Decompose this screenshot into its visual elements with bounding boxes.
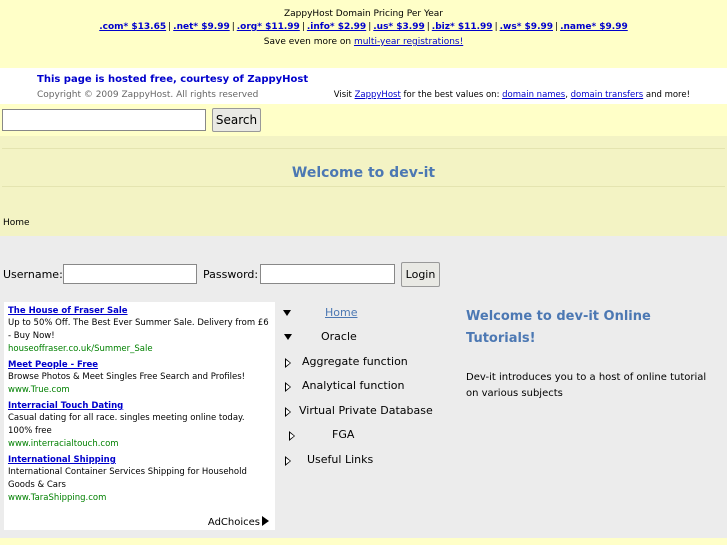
ad-description: International Container Services Shippin… bbox=[8, 467, 247, 490]
search-input[interactable] bbox=[2, 109, 206, 131]
expand-right-icon bbox=[285, 382, 291, 392]
nav-item-useful-links[interactable]: Useful Links bbox=[280, 451, 450, 471]
expand-down-icon bbox=[283, 310, 291, 316]
price-separator: | bbox=[494, 22, 498, 32]
ad-description: Casual dating for all race. singles meet… bbox=[8, 413, 245, 436]
save-more-line: Save even more on multi-year registratio… bbox=[0, 37, 727, 47]
header-divider bbox=[2, 148, 725, 149]
price-list: .com* $13.65 | .net* $9.99 | .org* $11.99 | .i… bbox=[0, 22, 727, 32]
visit-suffix: and more! bbox=[643, 90, 690, 100]
hosting-strip: This page is hosted free, courtesy of Za… bbox=[0, 68, 727, 104]
content-title: Welcome to dev-it Online Tutorials! bbox=[466, 309, 651, 346]
header-divider bbox=[2, 186, 725, 187]
search-button[interactable]: Search bbox=[212, 108, 261, 132]
footer-strip bbox=[0, 538, 727, 545]
nav-item-label: Analytical function bbox=[302, 379, 405, 392]
price-separator: | bbox=[231, 22, 235, 32]
ad-url[interactable]: houseoffraser.co.uk/Summer_Sale bbox=[8, 343, 271, 355]
price-link-biz[interactable]: .biz* $11.99 bbox=[432, 22, 493, 32]
content-text: Dev-it introduces you to a host of onlin… bbox=[466, 372, 707, 399]
price-link-us[interactable]: .us* $3.99 bbox=[373, 22, 425, 32]
login-form: Username: Password: Login bbox=[0, 236, 727, 302]
visit-middle: for the best values on: bbox=[400, 90, 503, 100]
nav-item-analytical-function[interactable]: Analytical function bbox=[280, 377, 450, 397]
breadcrumb[interactable]: Home bbox=[3, 218, 30, 228]
ad-title[interactable]: International Shipping bbox=[8, 454, 271, 466]
nav-item-label: Aggregate function bbox=[302, 355, 408, 368]
password-label: Password: bbox=[203, 268, 259, 281]
nav-item-fga[interactable]: FGA bbox=[280, 426, 450, 446]
zappyhost-link[interactable]: ZappyHost bbox=[355, 90, 401, 100]
price-link-name[interactable]: .name* $9.99 bbox=[560, 22, 628, 32]
hosted-free-notice[interactable]: This page is hosted free, courtesy of Za… bbox=[37, 74, 308, 85]
expand-down-icon bbox=[284, 334, 292, 340]
ad-url[interactable]: www.interracialtouch.com bbox=[8, 438, 271, 450]
nav-item-home[interactable]: Home bbox=[280, 304, 450, 324]
site-title: Welcome to dev-it bbox=[291, 165, 436, 181]
username-label: Username: bbox=[3, 268, 63, 281]
save-prefix: Save even more on bbox=[263, 37, 354, 47]
ad-url[interactable]: www.True.com bbox=[8, 384, 271, 396]
ad-title[interactable]: Meet People - Free bbox=[8, 359, 271, 371]
nav-item-label: Useful Links bbox=[307, 453, 374, 466]
login-button[interactable]: Login bbox=[401, 262, 440, 287]
nav-item-label: Oracle bbox=[321, 330, 357, 343]
ad-title[interactable]: The House of Fraser Sale bbox=[8, 305, 271, 317]
ad-url[interactable]: www.TaraShipping.com bbox=[8, 492, 271, 504]
nav-item-label: Virtual Private Database bbox=[299, 404, 433, 417]
domain-pricing-banner: ZappyHost Domain Pricing Per Year .com* … bbox=[0, 0, 727, 68]
multi-year-link[interactable]: multi-year registrations! bbox=[354, 37, 463, 47]
adchoices-link[interactable]: AdChoices bbox=[208, 516, 269, 528]
visit-prefix: Visit bbox=[333, 90, 355, 100]
expand-right-icon bbox=[285, 358, 291, 368]
price-separator: | bbox=[426, 22, 430, 32]
nav-item-oracle[interactable]: Oracle bbox=[280, 328, 450, 348]
visit-zappyhost-line: Visit ZappyHost for the best values on: … bbox=[334, 90, 690, 100]
copyright-text: Copyright © 2009 ZappyHost. All rights r… bbox=[37, 90, 259, 100]
nav-item-aggregate-function[interactable]: Aggregate function bbox=[280, 353, 450, 373]
price-link-com[interactable]: .com* $13.65 bbox=[99, 22, 166, 32]
price-link-info[interactable]: .info* $2.99 bbox=[307, 22, 366, 32]
price-link-net[interactable]: .net* $9.99 bbox=[173, 22, 230, 32]
nav-item-label[interactable]: Home bbox=[325, 306, 357, 319]
adchoices-icon bbox=[262, 516, 269, 526]
ad-title[interactable]: Interracial Touch Dating bbox=[8, 400, 271, 412]
content-panel: Welcome to dev-it Online Tutorials! Dev-… bbox=[466, 306, 721, 402]
ad-item[interactable]: The House of Fraser Sale Up to 50% Off. … bbox=[8, 305, 271, 355]
ad-item[interactable]: Meet People - Free Browse Photos & Meet … bbox=[8, 359, 271, 396]
price-link-ws[interactable]: .ws* $9.99 bbox=[500, 22, 553, 32]
domain-transfers-link[interactable]: domain transfers bbox=[571, 90, 644, 100]
nav-item-label: FGA bbox=[332, 428, 355, 441]
username-field[interactable] bbox=[63, 264, 197, 284]
ad-description: Browse Photos & Meet Singles Free Search… bbox=[8, 372, 246, 382]
nav-item-virtual-private-database[interactable]: Virtual Private Database bbox=[280, 402, 450, 422]
expand-right-icon bbox=[285, 407, 291, 417]
expand-right-icon bbox=[289, 431, 295, 441]
price-separator: | bbox=[301, 22, 305, 32]
price-separator: | bbox=[555, 22, 559, 32]
adchoices-label: AdChoices bbox=[207, 517, 260, 528]
expand-right-icon bbox=[285, 456, 291, 466]
main-area: The House of Fraser Sale Up to 50% Off. … bbox=[0, 302, 727, 538]
price-link-org[interactable]: .org* $11.99 bbox=[237, 22, 300, 32]
domain-names-link[interactable]: domain names bbox=[502, 90, 565, 100]
ad-item[interactable]: International Shipping International Con… bbox=[8, 454, 271, 504]
banner-title: ZappyHost Domain Pricing Per Year bbox=[283, 9, 444, 19]
site-header: Welcome to dev-it Home bbox=[0, 136, 727, 236]
search-bar: Search bbox=[0, 104, 727, 136]
password-field[interactable] bbox=[260, 264, 395, 284]
ads-box: The House of Fraser Sale Up to 50% Off. … bbox=[4, 302, 275, 530]
ad-item[interactable]: Interracial Touch Dating Casual dating f… bbox=[8, 400, 271, 450]
ad-description: Up to 50% Off. The Best Ever Summer Sale… bbox=[8, 318, 269, 341]
